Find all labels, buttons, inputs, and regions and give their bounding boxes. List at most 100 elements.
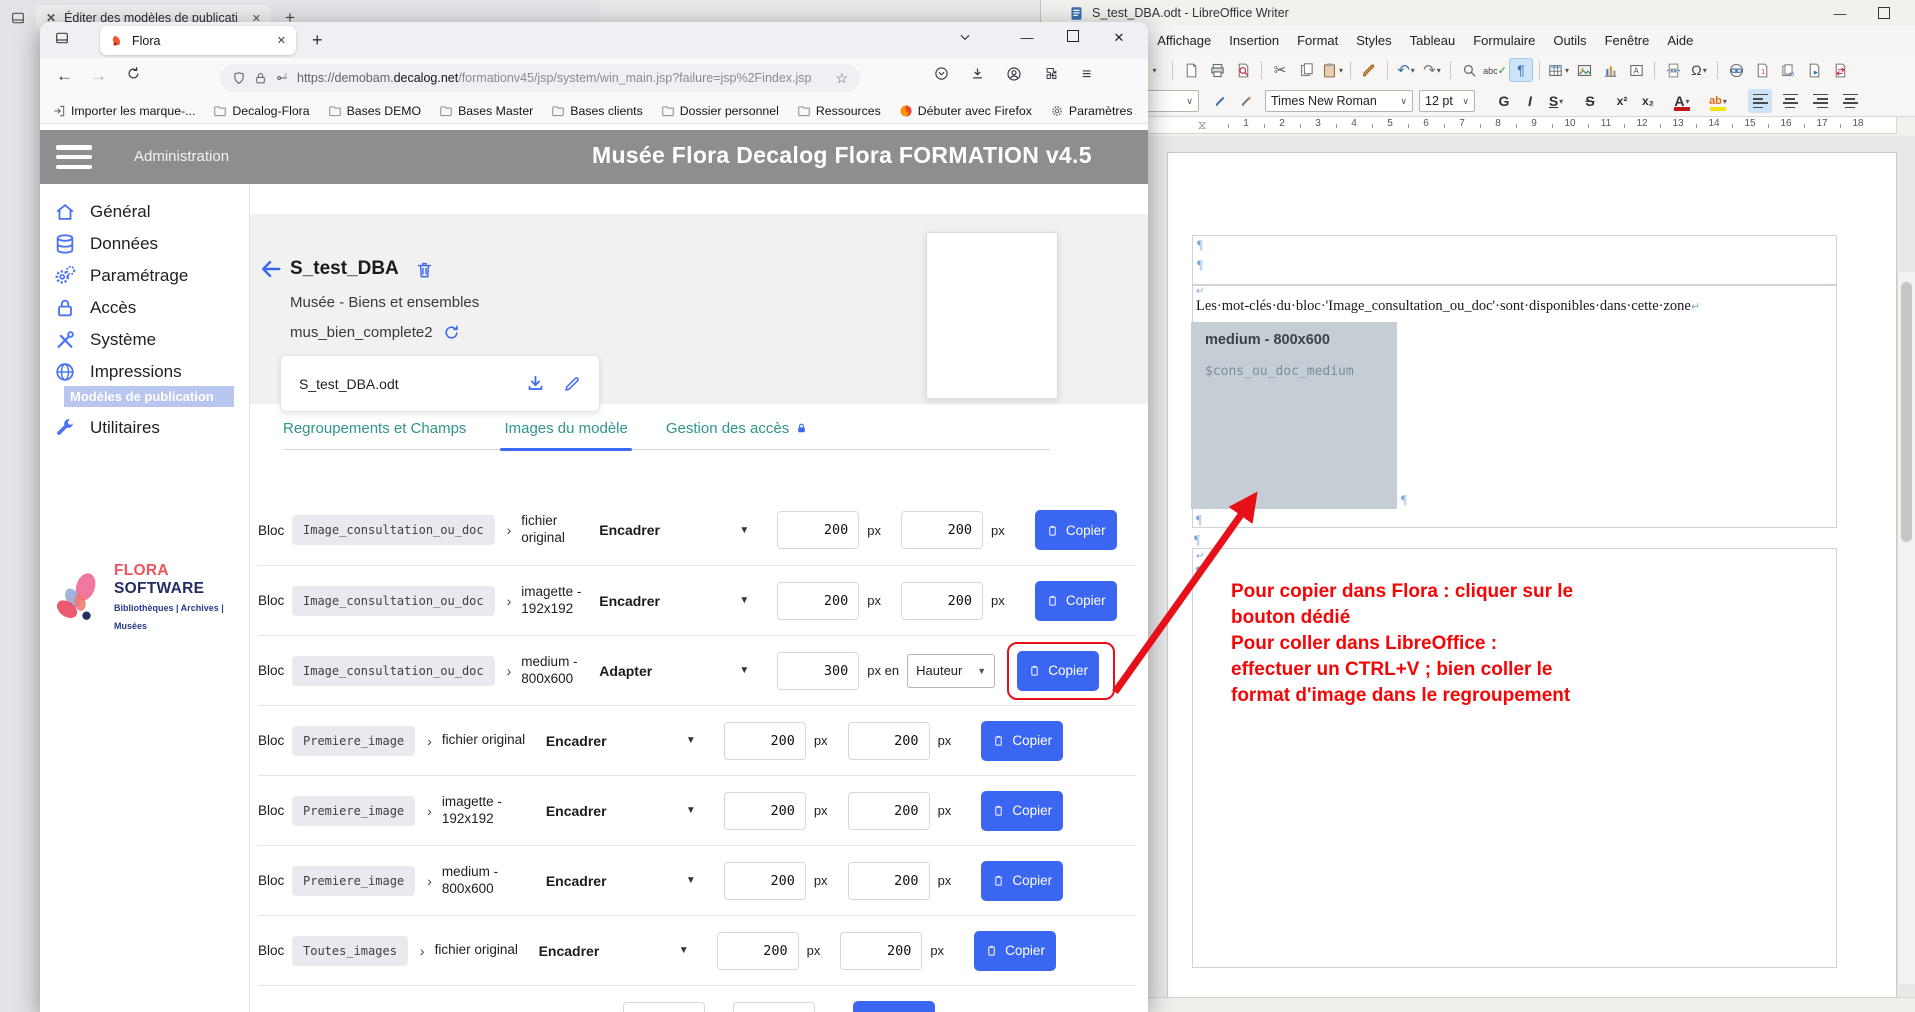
font-name-select[interactable]: Times New Roman∨ bbox=[1265, 90, 1413, 112]
size-input-1[interactable] bbox=[717, 932, 799, 970]
bookmark-item[interactable]: Ressources bbox=[797, 104, 881, 118]
size-input-2[interactable] bbox=[901, 511, 983, 549]
back-icon[interactable]: ← bbox=[56, 66, 73, 86]
size-input-1[interactable] bbox=[623, 1002, 705, 1012]
size-input-2[interactable] bbox=[901, 582, 983, 620]
cross-reference-icon[interactable] bbox=[1802, 58, 1826, 82]
mode-select[interactable]: Adapter▼ bbox=[599, 663, 749, 679]
mode-select[interactable]: Encadrer▼ bbox=[546, 873, 696, 889]
size-input-2[interactable] bbox=[840, 932, 922, 970]
copier-button[interactable]: Copier bbox=[981, 721, 1063, 761]
mode-select[interactable]: Encadrer▼ bbox=[546, 733, 696, 749]
highlight-color-button[interactable]: ab▾ bbox=[1706, 89, 1730, 113]
new-tab-button[interactable]: + bbox=[312, 30, 323, 51]
close-tab-icon[interactable]: ✕ bbox=[277, 34, 286, 47]
formatting-marks-icon[interactable]: ¶ bbox=[1509, 58, 1533, 82]
menu-formulaire[interactable]: Formulaire bbox=[1464, 30, 1544, 51]
size-input-2[interactable] bbox=[848, 792, 930, 830]
lock-icon[interactable] bbox=[254, 72, 267, 85]
ruler-margin-marker[interactable]: ⧖ bbox=[1198, 118, 1206, 133]
tab-list-chevron-icon[interactable] bbox=[958, 30, 988, 44]
permissions-icon[interactable]: 2 bbox=[275, 71, 289, 85]
redo-icon[interactable]: ↷▾ bbox=[1420, 58, 1444, 82]
back-arrow-icon[interactable] bbox=[258, 258, 284, 280]
sidebar-item-systme[interactable]: Système bbox=[40, 325, 156, 355]
size-input-1[interactable] bbox=[777, 582, 859, 620]
font-color-button[interactable]: A▾ bbox=[1670, 89, 1694, 113]
active-tab-flora[interactable]: Flora ✕ bbox=[100, 26, 296, 55]
align-center-button[interactable] bbox=[1778, 89, 1802, 113]
close-window-icon[interactable]: ✕ bbox=[1104, 30, 1134, 46]
menu-affichage[interactable]: Affichage bbox=[1148, 30, 1220, 51]
maximize-icon[interactable] bbox=[1058, 30, 1088, 45]
bookmark-item[interactable]: Bases DEMO bbox=[328, 104, 421, 118]
tab-regroupements-et-champs[interactable]: Regroupements et Champs bbox=[283, 420, 466, 449]
minimize-icon[interactable]: — bbox=[1823, 2, 1857, 24]
url-bar[interactable]: 2 https://demobam.decalog.net/formationv… bbox=[220, 64, 860, 92]
copier-button[interactable]: Copier bbox=[974, 931, 1056, 971]
tab-gestion-des-acc-s[interactable]: Gestion des accès bbox=[666, 420, 808, 449]
size-input-1[interactable] bbox=[724, 722, 806, 760]
size-input-1[interactable] bbox=[777, 652, 859, 690]
hamburger-menu-icon[interactable] bbox=[56, 145, 92, 169]
mode-select[interactable]: Encadrer▼ bbox=[539, 943, 689, 959]
table-cell-keywords[interactable]: ↵ Les·mot-clés·du·bloc·'Image_consultati… bbox=[1192, 285, 1837, 528]
menu-styles[interactable]: Styles bbox=[1347, 30, 1400, 51]
url-text[interactable]: https://demobam.decalog.net/formationv45… bbox=[297, 71, 827, 85]
menu-format[interactable]: Format bbox=[1288, 30, 1347, 51]
dimension-select[interactable]: Hauteur▼ bbox=[907, 654, 995, 688]
size-input-2[interactable] bbox=[848, 862, 930, 900]
menu-icon[interactable]: ≡ bbox=[1082, 66, 1091, 84]
underline-button[interactable]: S▾ bbox=[1544, 89, 1568, 113]
italic-button[interactable]: I bbox=[1518, 89, 1542, 113]
vertical-scrollbar[interactable] bbox=[1897, 272, 1915, 984]
bookmark-item[interactable]: Débuter avec Firefox bbox=[899, 104, 1032, 118]
special-character-icon[interactable]: Ω▾ bbox=[1687, 58, 1711, 82]
bookmark-icon[interactable]: (i) bbox=[1776, 58, 1800, 82]
clone-formatting-icon[interactable] bbox=[1357, 58, 1381, 82]
table-cell-annotation[interactable]: ↵ ¶ Pour copier dans Flora : cliquer sur… bbox=[1192, 548, 1837, 968]
copier-button[interactable]: Copier bbox=[1017, 651, 1099, 691]
find-replace-icon[interactable] bbox=[1457, 58, 1481, 82]
undo-icon[interactable]: ↶▾ bbox=[1394, 58, 1418, 82]
menu-fentre[interactable]: Fenêtre bbox=[1596, 30, 1659, 51]
insert-textbox-icon[interactable]: A bbox=[1624, 58, 1648, 82]
align-left-button[interactable] bbox=[1748, 89, 1772, 113]
table-cell-empty[interactable]: ¶ ¶ bbox=[1192, 235, 1837, 285]
strikethrough-button[interactable]: S bbox=[1578, 89, 1602, 113]
horizontal-ruler[interactable]: ⧖ 123456789101112131415161718 bbox=[1141, 116, 1897, 134]
pocket-icon[interactable] bbox=[934, 66, 949, 81]
page-break-icon[interactable] bbox=[1661, 58, 1685, 82]
downloads-icon[interactable] bbox=[970, 66, 985, 81]
sidebar-item-gnral[interactable]: Général bbox=[40, 197, 150, 227]
shield-icon[interactable] bbox=[232, 71, 246, 85]
tab-manager-icon[interactable] bbox=[54, 30, 70, 46]
libreoffice-titlebar[interactable]: S_test_DBA.odt - LibreOffice Writer — bbox=[1041, 0, 1915, 26]
subscript-button[interactable]: x₂ bbox=[1636, 89, 1660, 113]
tab-manager-icon[interactable] bbox=[10, 10, 26, 26]
extensions-icon[interactable] bbox=[1044, 66, 1059, 81]
download-icon[interactable] bbox=[526, 374, 545, 393]
document-page[interactable]: ¶ ¶ ↵ Les·mot-clés·du·bloc·'Image_consul… bbox=[1167, 152, 1897, 998]
size-input-1[interactable] bbox=[724, 792, 806, 830]
mode-select[interactable]: Encadrer▼ bbox=[599, 593, 749, 609]
bookmark-item[interactable]: Bases clients bbox=[551, 104, 642, 118]
minimize-icon[interactable]: — bbox=[1012, 30, 1042, 45]
hyperlink-icon[interactable] bbox=[1724, 58, 1748, 82]
copy-icon[interactable] bbox=[1294, 58, 1318, 82]
bookmark-item[interactable]: Bases Master bbox=[439, 104, 533, 118]
footnote-icon[interactable]: 1 bbox=[1750, 58, 1774, 82]
scrollbar-thumb[interactable] bbox=[1901, 282, 1912, 542]
copier-button[interactable] bbox=[853, 1001, 935, 1012]
size-input-1[interactable] bbox=[724, 862, 806, 900]
font-size-select[interactable]: 12 pt∨ bbox=[1419, 90, 1475, 112]
bold-button[interactable]: G bbox=[1492, 89, 1516, 113]
cut-icon[interactable]: ✂ bbox=[1268, 58, 1292, 82]
sidebar-item-modeles-de-publication[interactable]: Modèles de publication bbox=[64, 386, 234, 407]
sidebar-item-accs[interactable]: Accès bbox=[40, 293, 136, 323]
new-style-icon[interactable]: ✳ bbox=[1234, 89, 1258, 113]
size-input-1[interactable] bbox=[777, 511, 859, 549]
print-preview-icon[interactable] bbox=[1231, 58, 1255, 82]
insert-image-icon[interactable] bbox=[1572, 58, 1596, 82]
align-right-button[interactable] bbox=[1808, 89, 1832, 113]
